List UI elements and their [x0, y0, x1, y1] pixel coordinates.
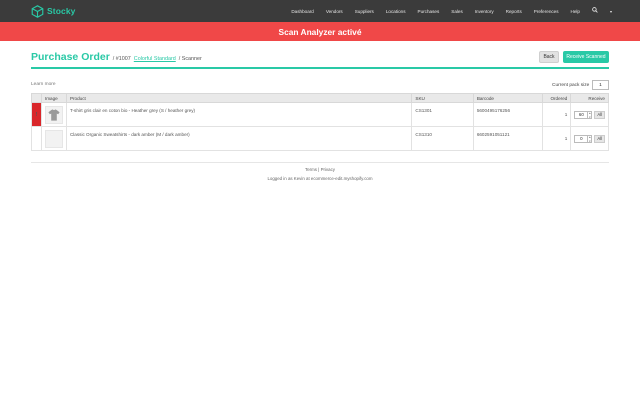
scanner-table: Image Product SKU Barcode Ordered Receiv… — [31, 93, 609, 151]
main-nav: Dashboard Vendors Suppliers Locations Pu… — [279, 0, 612, 22]
order-number: / #1007 — [112, 56, 131, 62]
header-barcode: Barcode — [472, 93, 544, 103]
table-row: ! T-shirt gris clair en coton bio - Heat… — [31, 102, 609, 127]
receive-all-button[interactable]: All — [594, 134, 605, 143]
nav-inventory[interactable]: Inventory — [475, 9, 494, 14]
footer-divider — [31, 162, 609, 163]
product-image-cell — [40, 102, 67, 127]
breadcrumb-scanner: / Scanner — [178, 56, 202, 62]
qty-stepper[interactable]: ▲ ▼ — [588, 134, 593, 144]
product-name: T-shirt gris clair en coton bio - Heathe… — [65, 102, 413, 127]
ordered-qty: 1 — [542, 102, 572, 127]
header-image: Image — [40, 93, 67, 103]
stepper-down-icon[interactable]: ▼ — [588, 116, 591, 120]
receive-qty-input[interactable]: 0 — [574, 134, 589, 143]
receive-controls: 0 ▲ ▼ All — [574, 134, 605, 144]
stepper-down-icon[interactable]: ▼ — [588, 140, 591, 144]
table-row: Classic Organic Sweatshirts - dark amber… — [31, 126, 609, 151]
header-sku: SKU — [411, 93, 474, 103]
logged-in-text: Logged in as Kevin at ecommerce-edit.mys… — [267, 176, 373, 181]
user-menu-caret-icon[interactable]: ▾ — [610, 9, 612, 14]
product-barcode: 6602591051121 — [472, 126, 544, 151]
learn-more-link[interactable]: Learn more — [31, 82, 56, 87]
row-warning-flag: ! — [31, 102, 42, 127]
back-button[interactable]: Back — [539, 51, 559, 63]
header-divider — [31, 67, 609, 69]
product-sku: CS1310 — [411, 126, 474, 151]
header-receive: Receive — [570, 93, 609, 103]
page-title: Purchase Order — [31, 51, 110, 63]
product-barcode: 5600495176256 — [472, 102, 544, 127]
ordered-qty: 1 — [542, 126, 572, 151]
qty-stepper[interactable]: ▲ ▼ — [588, 110, 593, 120]
pack-size-label: Current pack size — [552, 83, 590, 88]
page-header: Purchase Order / #1007 Colorful Standard… — [31, 49, 609, 67]
receive-qty-input[interactable]: 60 — [574, 110, 589, 119]
vendor-link[interactable]: Colorful Standard — [134, 56, 176, 62]
row-flag-empty — [31, 126, 42, 151]
product-image-placeholder — [44, 129, 63, 148]
receive-scanned-button[interactable]: Receive Scanned — [563, 51, 609, 63]
nav-locations[interactable]: Locations — [386, 9, 406, 14]
nav-purchases[interactable]: Purchases — [418, 9, 440, 14]
header-ordered: Ordered — [542, 93, 572, 103]
product-image — [44, 105, 63, 124]
header-flag — [31, 93, 42, 103]
nav-suppliers[interactable]: Suppliers — [355, 9, 374, 14]
tshirt-icon — [48, 108, 60, 121]
receive-controls: 60 ▲ ▼ All — [574, 110, 605, 120]
search-icon[interactable] — [592, 7, 598, 15]
nav-help[interactable]: Help — [571, 9, 580, 14]
pack-size-input[interactable]: 1 — [592, 80, 609, 90]
top-navbar: Stocky Dashboard Vendors Suppliers Locat… — [0, 0, 640, 22]
receive-cell: 0 ▲ ▼ All — [570, 126, 609, 151]
footer-links[interactable]: Terms | Privacy — [0, 167, 640, 172]
nav-reports[interactable]: Reports — [506, 9, 522, 14]
product-name: Classic Organic Sweatshirts - dark amber… — [65, 126, 413, 151]
receive-all-button[interactable]: All — [594, 110, 605, 119]
nav-preferences[interactable]: Preferences — [534, 9, 559, 14]
header-product: Product — [65, 93, 413, 103]
product-image-cell — [40, 126, 67, 151]
nav-vendors[interactable]: Vendors — [326, 9, 343, 14]
scan-analyzer-banner: Scan Analyzer activé — [0, 22, 640, 41]
table-header-row: Image Product SKU Barcode Ordered Receiv… — [31, 93, 609, 103]
banner-text: Scan Analyzer activé — [278, 26, 362, 37]
nav-dashboard[interactable]: Dashboard — [291, 9, 313, 14]
brand-name: Stocky — [47, 6, 76, 16]
cube-icon — [31, 4, 44, 18]
nav-sales[interactable]: Sales — [451, 9, 463, 14]
breadcrumb: Purchase Order / #1007 Colorful Standard… — [31, 51, 202, 63]
receive-cell: 60 ▲ ▼ All — [570, 102, 609, 127]
brand-logo[interactable]: Stocky — [31, 4, 75, 18]
product-sku: CS1301 — [411, 102, 474, 127]
